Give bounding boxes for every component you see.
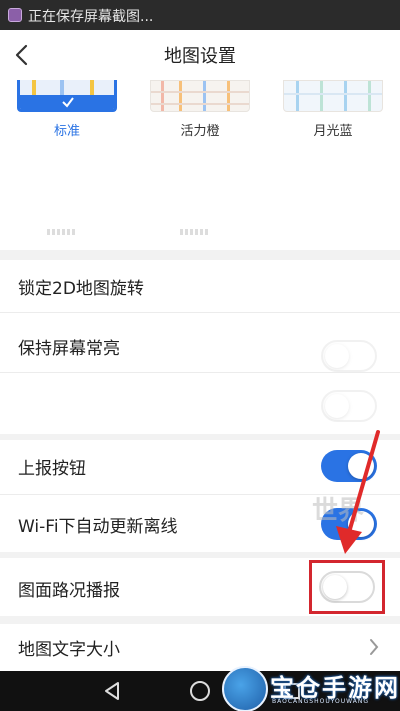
checkmark-icon: [62, 97, 74, 108]
setting-label: Wi-Fi下自动更新离线: [18, 517, 178, 537]
map-style-thumbnail: [17, 80, 117, 112]
setting-label: 图面路况播报: [18, 581, 120, 601]
setting-label: 锁定2D地图旋转: [18, 279, 144, 299]
map-style-label: 月光蓝: [313, 124, 353, 139]
hidden-setting-toggle[interactable]: [321, 390, 377, 422]
map-style-thumbnail: [283, 80, 383, 112]
toggle-knob: [325, 394, 349, 418]
watermark-subtext: BAOCANGSHOUYOUWANG: [272, 698, 370, 705]
faded-label: [180, 229, 210, 235]
setting-map-text-size[interactable]: 地图文字大小: [0, 624, 400, 671]
back-triangle-icon: [105, 682, 119, 700]
keep-screen-on-toggle[interactable]: [321, 340, 377, 372]
map-style-orange[interactable]: 活力橙: [150, 80, 250, 240]
status-text: 正在保存屏幕截图...: [28, 9, 154, 25]
section-gap: [0, 250, 400, 260]
nav-back-button[interactable]: [100, 679, 124, 703]
map-style-gallery: 标准 活力橙 月光蓝: [0, 80, 400, 250]
nav-home-button[interactable]: [188, 679, 212, 703]
setting-lock-2d-rotation[interactable]: 锁定2D地图旋转: [0, 260, 400, 312]
selected-check: [20, 95, 114, 109]
toggle-knob: [325, 344, 349, 368]
map-style-label: 标准: [53, 124, 80, 139]
divider: [0, 372, 400, 373]
map-style-thumbnail: [150, 80, 250, 112]
setting-label: 保持屏幕常亮: [18, 339, 120, 359]
page-title: 地图设置: [164, 46, 236, 67]
map-style-moonlight-blue[interactable]: 月光蓝: [283, 80, 383, 240]
annotation-arrow-icon: [336, 430, 380, 554]
divider: [0, 312, 400, 313]
faded-label: [47, 229, 77, 235]
section-gap: [0, 616, 400, 624]
map-style-label: 活力橙: [180, 124, 220, 139]
screenshot-notification-icon: [8, 8, 22, 22]
status-bar: 正在保存屏幕截图...: [0, 0, 400, 30]
map-style-standard[interactable]: 标准: [17, 80, 117, 240]
setting-label: 地图文字大小: [18, 640, 120, 660]
highlight-annotation-box: [309, 560, 385, 614]
home-circle-icon: [190, 681, 210, 701]
title-bar: 地图设置: [0, 30, 400, 80]
chevron-right-icon: [370, 639, 379, 655]
setting-label: 上报按钮: [18, 459, 86, 479]
watermark-logo-icon: [222, 666, 268, 711]
